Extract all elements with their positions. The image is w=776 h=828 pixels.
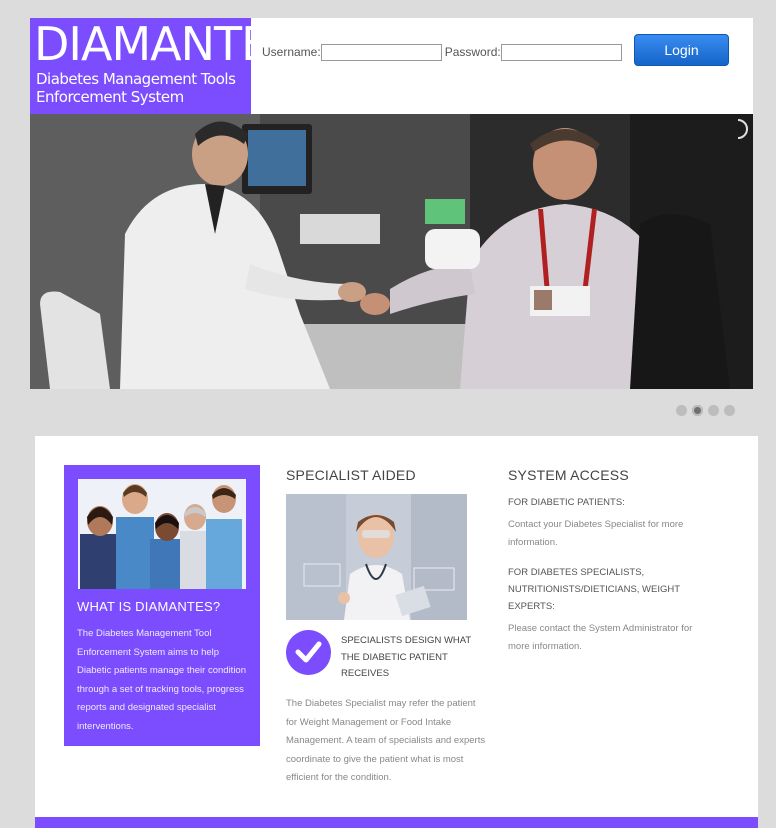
medical-team-image <box>78 479 246 589</box>
logo-subtitle: Diabetes Management Tools Enforcement Sy… <box>36 70 236 106</box>
username-input[interactable] <box>320 43 442 61</box>
carousel-dot-3[interactable] <box>708 405 719 416</box>
footer-bar <box>35 817 758 828</box>
carousel-dot-4[interactable] <box>724 405 735 416</box>
password-input[interactable] <box>500 43 622 61</box>
content-section: WHAT IS DIAMANTES? The Diabetes Manageme… <box>35 436 758 828</box>
specialists-design-heading: SPECIALISTS DESIGN WHAT THE DIABETIC PAT… <box>341 635 472 679</box>
carousel-dot-2[interactable] <box>692 405 703 416</box>
logo-subtitle-line2: Enforcement System <box>36 88 184 106</box>
specialist-text: The Diabetes Specialist may refer the pa… <box>286 698 486 783</box>
specialist-doctor-image <box>286 494 467 620</box>
what-is-card: WHAT IS DIAMANTES? The Diabetes Manageme… <box>64 465 260 746</box>
specialist-aided-title: SPECIALIST AIDED <box>286 467 416 483</box>
logo-subtitle-line1: Diabetes Management Tools <box>36 70 236 88</box>
login-form: Username: Password: <box>262 38 622 66</box>
patients-text: Contact your Diabetes Specialist for mor… <box>508 519 684 548</box>
password-label: Password: <box>444 45 501 59</box>
specialists-text: Please contact the System Administrator … <box>508 623 693 652</box>
site-header: DIAMANTES Diabetes Management Tools Enfo… <box>30 18 753 114</box>
specialists-heading: FOR DIABETES SPECIALISTS, NUTRITIONISTS/… <box>508 567 680 612</box>
username-label: Username: <box>262 45 321 59</box>
login-button[interactable]: Login <box>634 34 729 66</box>
what-is-text: The Diabetes Management Tool Enforcement… <box>77 628 246 732</box>
logo-title: DIAMANTES <box>34 17 298 71</box>
hero-photo-illustration <box>30 114 753 389</box>
what-is-title: WHAT IS DIAMANTES? <box>77 599 221 614</box>
hero-carousel-image <box>30 114 753 389</box>
site-logo[interactable]: DIAMANTES Diabetes Management Tools Enfo… <box>30 18 298 114</box>
carousel-dot-1[interactable] <box>676 405 687 416</box>
check-circle-icon <box>286 630 331 675</box>
patients-heading: FOR DIABETIC PATIENTS: <box>508 497 625 508</box>
carousel-pagination <box>676 405 735 416</box>
system-access-title: SYSTEM ACCESS <box>508 467 629 483</box>
